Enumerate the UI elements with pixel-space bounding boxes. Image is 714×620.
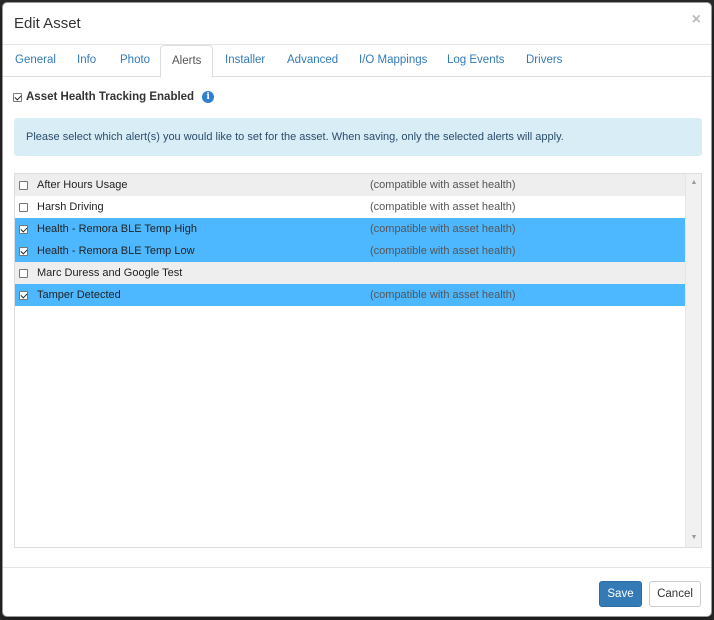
alert-name: Harsh Driving xyxy=(37,201,104,213)
cancel-button[interactable]: Cancel xyxy=(649,581,701,607)
asset-health-tracking-label: Asset Health Tracking Enabled xyxy=(26,91,195,103)
alert-checkbox[interactable] xyxy=(19,290,28,300)
tab-log-events[interactable]: Log Events xyxy=(437,45,515,77)
tab-installer[interactable]: Installer xyxy=(215,45,275,77)
alert-row-temp-low[interactable]: Health - Remora BLE Temp Low (compatible… xyxy=(15,240,686,262)
alert-row-after-hours-usage[interactable]: After Hours Usage (compatible with asset… xyxy=(15,174,686,196)
alert-checkbox[interactable] xyxy=(19,180,28,190)
tab-alerts[interactable]: Alerts xyxy=(160,45,214,78)
modal-title: Edit Asset xyxy=(14,15,81,32)
alerts-list: After Hours Usage (compatible with asset… xyxy=(14,173,702,548)
tab-general[interactable]: General xyxy=(5,45,66,77)
alert-name: Tamper Detected xyxy=(37,289,121,301)
alert-name: Health - Remora BLE Temp High xyxy=(37,223,197,235)
alert-checkbox[interactable] xyxy=(19,202,28,212)
tab-io-mappings[interactable]: I/O Mappings xyxy=(349,45,437,77)
tab-bar: General Info Photo Alerts Installer Adva… xyxy=(3,45,711,78)
alert-row-tamper-detected[interactable]: Tamper Detected (compatible with asset h… xyxy=(15,284,686,306)
alert-checkbox[interactable] xyxy=(19,246,28,256)
alert-checkbox[interactable] xyxy=(19,224,28,234)
alert-checkbox[interactable] xyxy=(19,268,28,278)
edit-asset-dialog: Edit Asset × General Info Photo Alerts I… xyxy=(2,2,712,617)
alert-selection-info-message: Please select which alert(s) you would l… xyxy=(14,118,702,156)
info-circle-icon[interactable]: i xyxy=(202,91,215,103)
alert-compat-note: (compatible with asset health) xyxy=(370,179,516,191)
alert-row-temp-high[interactable]: Health - Remora BLE Temp High (compatibl… xyxy=(15,218,686,240)
alert-name: After Hours Usage xyxy=(37,179,128,191)
alert-name: Health - Remora BLE Temp Low xyxy=(37,245,195,257)
alert-row-harsh-driving[interactable]: Harsh Driving (compatible with asset hea… xyxy=(15,196,686,218)
alerts-list-scrollbar[interactable]: ▲ ▼ xyxy=(685,174,701,547)
alert-compat-note: (compatible with asset health) xyxy=(370,201,516,213)
alert-name: Marc Duress and Google Test xyxy=(37,267,183,279)
modal-header: Edit Asset × xyxy=(3,3,711,45)
scroll-up-arrow-icon[interactable]: ▲ xyxy=(686,176,701,190)
asset-health-tracking: Asset Health Tracking Enabled i xyxy=(13,89,215,105)
alert-compat-note: (compatible with asset health) xyxy=(370,223,516,235)
alert-row-marc-duress[interactable]: Marc Duress and Google Test xyxy=(15,262,686,284)
modal-footer: Save Cancel xyxy=(3,567,711,616)
tab-photo[interactable]: Photo xyxy=(110,45,160,77)
save-button[interactable]: Save xyxy=(599,581,642,607)
tab-info[interactable]: Info xyxy=(67,45,106,77)
tab-drivers[interactable]: Drivers xyxy=(516,45,572,77)
alert-compat-note: (compatible with asset health) xyxy=(370,289,516,301)
tab-advanced[interactable]: Advanced xyxy=(277,45,348,77)
close-icon[interactable]: × xyxy=(692,11,701,29)
scroll-down-arrow-icon[interactable]: ▼ xyxy=(686,531,701,545)
asset-health-tracking-checkbox[interactable] xyxy=(13,92,22,102)
alert-compat-note: (compatible with asset health) xyxy=(370,245,516,257)
